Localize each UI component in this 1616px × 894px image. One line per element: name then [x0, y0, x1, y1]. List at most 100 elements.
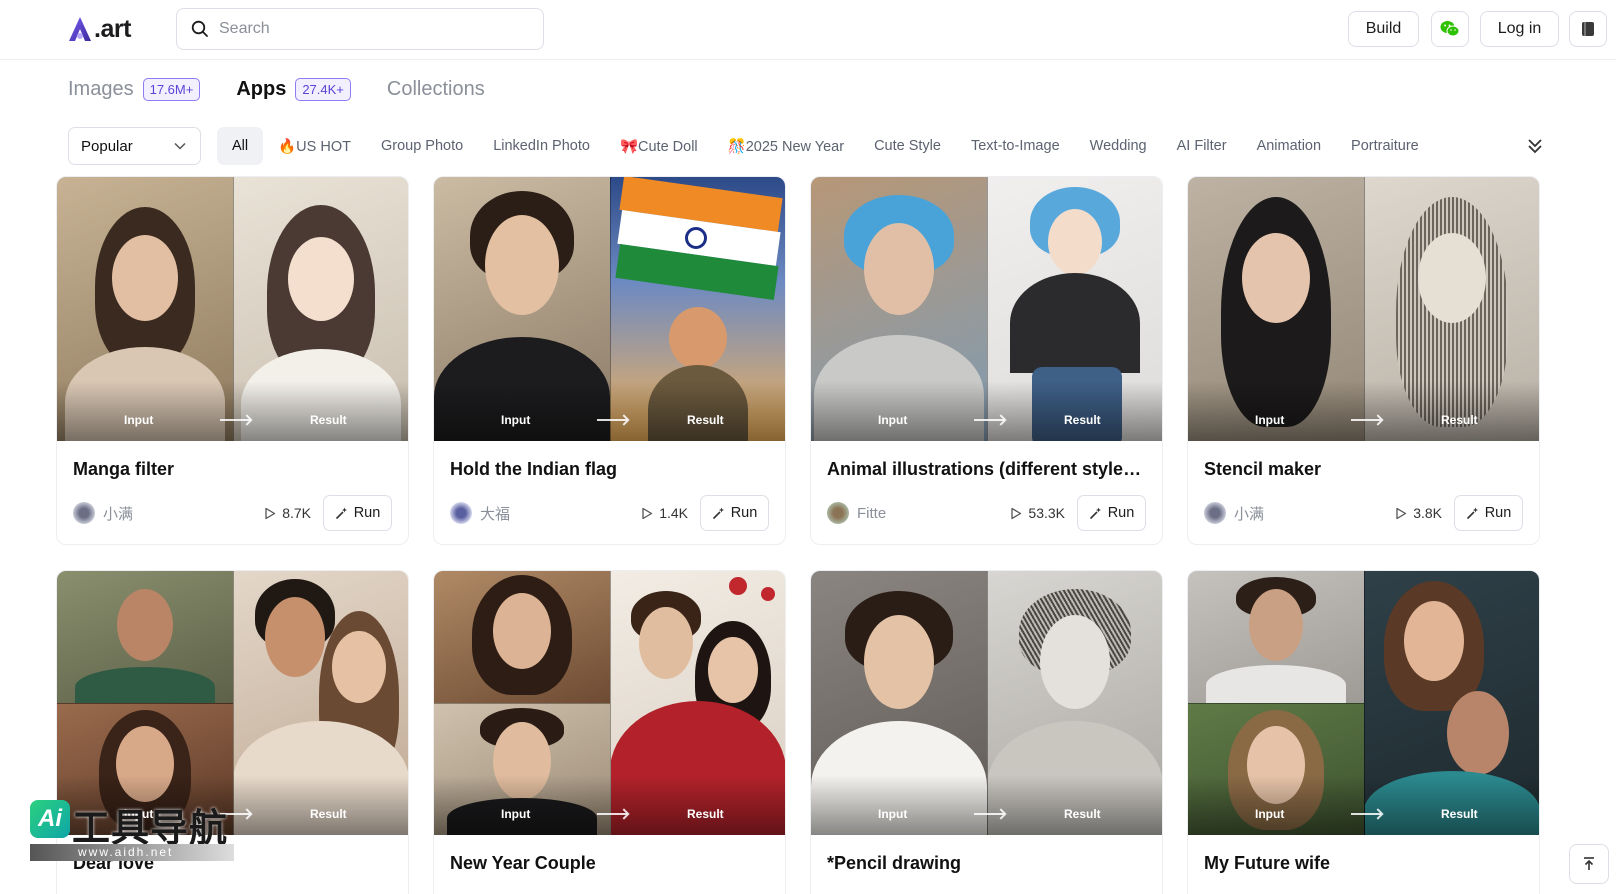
- app-card[interactable]: Input Result *Pencil drawing: [810, 570, 1163, 894]
- filter-chip-linkedin-photo[interactable]: LinkedIn Photo: [478, 127, 605, 165]
- run-label: Run: [1484, 505, 1512, 521]
- logo-text: .art: [94, 14, 131, 43]
- run-count: 53.3K: [1010, 505, 1065, 521]
- card-title: Stencil maker: [1204, 459, 1322, 479]
- card-preview-image: Input Result: [57, 571, 408, 835]
- wechat-icon: [1440, 21, 1460, 37]
- card-preview-image: Input Result: [434, 571, 785, 835]
- watermark: Ai 工具导航 www.aidh.net: [30, 797, 234, 863]
- app-card[interactable]: Input Result Stencil maker 小满 3.8K Run: [1187, 176, 1540, 545]
- play-icon: [1396, 507, 1407, 519]
- magic-wand-icon: [1089, 507, 1101, 519]
- author[interactable]: 小满: [73, 502, 264, 524]
- build-button[interactable]: Build: [1348, 11, 1419, 47]
- card-title: New Year Couple: [450, 853, 596, 873]
- content-tabs: Images 17.6M+ Apps 27.4K+ Collections: [68, 74, 521, 104]
- run-label: Run: [1107, 505, 1135, 521]
- filter-chip-group-photo[interactable]: Group Photo: [366, 127, 478, 165]
- run-button[interactable]: Run: [323, 495, 392, 531]
- author[interactable]: Fitte: [827, 502, 1010, 524]
- app-card[interactable]: Input Result Hold the Indian flag 大福 1.4…: [433, 176, 786, 545]
- author[interactable]: 大福: [450, 502, 641, 524]
- tab-images[interactable]: Images 17.6M+: [68, 77, 201, 101]
- filter-chip-animation[interactable]: Animation: [1242, 127, 1336, 165]
- run-count: 3.8K: [1395, 505, 1442, 521]
- app-card[interactable]: Input Result New Year Couple: [433, 570, 786, 894]
- sort-dropdown[interactable]: Popular: [68, 127, 201, 165]
- filter-chip-text-to-image[interactable]: Text-to-Image: [956, 127, 1075, 165]
- logo[interactable]: .art: [68, 13, 131, 45]
- magic-wand-icon: [335, 507, 347, 519]
- run-count-value: 3.8K: [1413, 505, 1442, 521]
- expand-filters-icon[interactable]: [1525, 133, 1545, 157]
- wechat-button[interactable]: [1431, 11, 1469, 47]
- author-name: 小满: [1234, 505, 1265, 523]
- run-button[interactable]: Run: [700, 495, 769, 531]
- run-count: 8.7K: [264, 505, 311, 521]
- run-button[interactable]: Run: [1454, 495, 1523, 531]
- filter-chip-2025-new-year[interactable]: 🎊2025 New Year: [713, 127, 859, 165]
- card-preview-image: Input Result: [57, 177, 408, 441]
- watermark-url: www.aidh.net: [30, 844, 234, 861]
- magic-wand-icon: [1466, 507, 1478, 519]
- author-name: 小满: [103, 505, 134, 523]
- input-label: Input: [1255, 807, 1285, 821]
- count-badge: 17.6M+: [142, 77, 201, 101]
- search-box[interactable]: [176, 8, 544, 50]
- app-card[interactable]: Input Result Animal illustrations (diffe…: [810, 176, 1163, 545]
- card-preview-image: Input Result: [1188, 177, 1539, 441]
- run-button[interactable]: Run: [1077, 495, 1146, 531]
- filter-chip-us-hot[interactable]: 🔥US HOT: [263, 127, 366, 165]
- count-badge: 27.4K+: [295, 77, 351, 101]
- arrow-right-icon: [220, 419, 250, 421]
- avatar: [1204, 502, 1226, 524]
- result-label: Result: [310, 807, 347, 821]
- play-icon: [642, 507, 653, 519]
- arrow-right-icon: [597, 419, 627, 421]
- chevron-down-icon: [174, 142, 186, 150]
- filter-chip-cute-style[interactable]: Cute Style: [859, 127, 956, 165]
- arrow-right-icon: [597, 813, 627, 815]
- result-label: Result: [1441, 807, 1478, 821]
- top-navbar: .art Build Log in: [0, 0, 1616, 60]
- input-label: Input: [878, 807, 908, 821]
- play-icon: [265, 507, 276, 519]
- tab-apps[interactable]: Apps 27.4K+: [236, 77, 351, 101]
- card-title: Hold the Indian flag: [450, 459, 617, 479]
- author-name: 大福: [480, 505, 511, 523]
- magic-wand-icon: [712, 507, 724, 519]
- input-label: Input: [501, 807, 531, 821]
- arrow-right-icon: [1351, 419, 1381, 421]
- tab-collections[interactable]: Collections: [387, 78, 485, 101]
- arrow-right-icon: [974, 419, 1004, 421]
- filter-chip-portraiture[interactable]: Portraiture: [1336, 127, 1434, 165]
- back-to-top-button[interactable]: [1569, 844, 1609, 884]
- book-button[interactable]: [1569, 11, 1607, 47]
- input-label: Input: [878, 413, 908, 427]
- tab-label: Apps: [236, 77, 287, 100]
- filter-chip-cute-doll[interactable]: 🎀Cute Doll: [605, 127, 713, 165]
- input-label: Input: [124, 413, 154, 427]
- run-label: Run: [730, 505, 758, 521]
- logo-mark-icon: [69, 17, 91, 41]
- app-card[interactable]: Input Result Manga filter 小满 8.7K Run: [56, 176, 409, 545]
- result-label: Result: [1064, 413, 1101, 427]
- filter-chip-ai-filter[interactable]: AI Filter: [1162, 127, 1242, 165]
- search-icon: [191, 20, 208, 37]
- login-button[interactable]: Log in: [1480, 11, 1559, 47]
- app-card[interactable]: Input Result My Future wife: [1187, 570, 1540, 894]
- result-label: Result: [687, 413, 724, 427]
- card-preview-image: Input Result: [811, 177, 1162, 441]
- filter-chip-wedding[interactable]: Wedding: [1075, 127, 1162, 165]
- result-label: Result: [1441, 413, 1478, 427]
- run-count: 1.4K: [641, 505, 688, 521]
- filter-chip-all[interactable]: All: [217, 127, 264, 165]
- author-name: Fitte: [857, 504, 887, 522]
- avatar: [827, 502, 849, 524]
- result-label: Result: [1064, 807, 1101, 821]
- category-filters: All 🔥US HOT Group Photo LinkedIn Photo 🎀…: [217, 127, 1434, 165]
- author[interactable]: 小满: [1204, 502, 1395, 524]
- search-input[interactable]: [219, 20, 519, 38]
- run-count-value: 8.7K: [282, 505, 311, 521]
- book-icon: [1582, 22, 1594, 36]
